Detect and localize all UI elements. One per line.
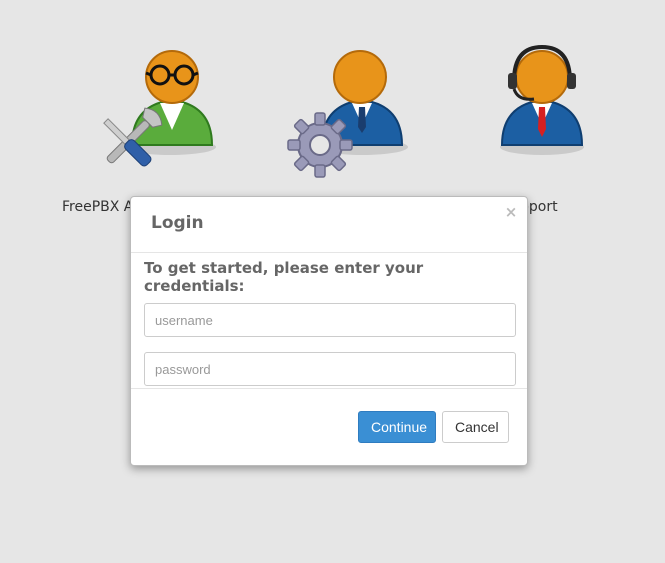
support-tile[interactable] — [490, 45, 600, 180]
modal-header: Login × — [131, 197, 527, 253]
modal-footer: Continue Cancel — [131, 388, 527, 465]
modal-title: Login — [151, 213, 204, 233]
admin-user-icon — [103, 50, 216, 167]
admin-tile-label[interactable]: FreePBX Ac — [62, 199, 141, 215]
password-input[interactable] — [144, 352, 516, 386]
username-input[interactable] — [144, 303, 516, 337]
modal-body: To get started, please enter your creden… — [131, 253, 527, 386]
user-settings-icon — [287, 50, 408, 178]
cancel-button[interactable]: Cancel — [442, 411, 509, 443]
close-icon[interactable]: × — [504, 205, 518, 220]
support-agent-icon — [500, 45, 584, 155]
continue-button[interactable]: Continue — [358, 411, 436, 443]
admin-tile[interactable] — [90, 45, 220, 180]
login-modal: Login × To get started, please enter you… — [130, 196, 528, 466]
user-tile[interactable] — [280, 45, 410, 180]
credentials-prompt: To get started, please enter your creden… — [144, 259, 424, 295]
